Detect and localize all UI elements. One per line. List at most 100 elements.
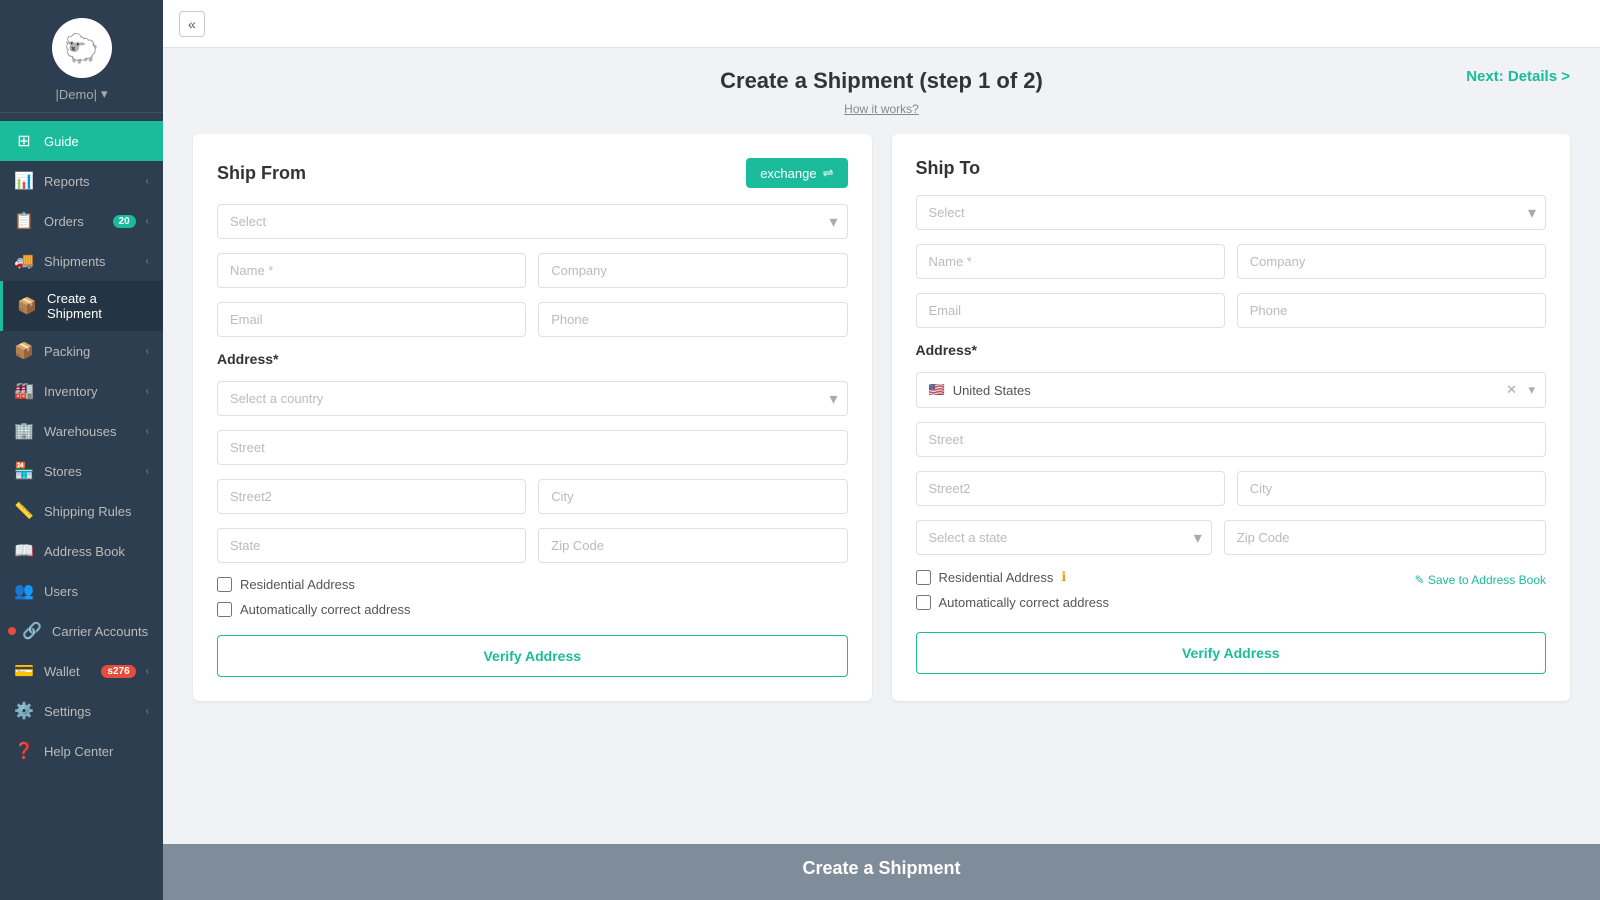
sidebar-item-orders[interactable]: 📋 Orders 20 ‹ <box>0 201 163 241</box>
save-icon: ✎ <box>1415 573 1428 587</box>
demo-dropdown[interactable]: |Demo| ▾ <box>56 86 108 102</box>
exchange-icon: ⇌ <box>823 165 834 181</box>
sidebar-item-guide[interactable]: ⊞ Guide <box>0 121 163 161</box>
ship-from-header: Ship From exchange ⇌ <box>217 158 848 188</box>
sidebar-item-users[interactable]: 👥 Users <box>0 571 163 611</box>
panels: Ship From exchange ⇌ Select <box>193 134 1570 701</box>
ship-from-select-wrapper: Select <box>217 204 848 239</box>
chevron-icon: ‹ <box>146 466 149 477</box>
ship-to-select[interactable]: Select <box>916 195 1547 230</box>
ship-from-address-label: Address* <box>217 351 848 367</box>
ship-from-company-input[interactable] <box>538 253 847 288</box>
ship-to-country-value: United States <box>953 383 1031 398</box>
chevron-icon: ‹ <box>146 256 149 267</box>
ship-to-country-selector[interactable]: 🇺🇸 United States ✕ ▾ <box>916 372 1547 408</box>
sidebar: 🐑 |Demo| ▾ ⊞ Guide 📊 Reports ‹ 📋 Orders … <box>0 0 163 900</box>
ship-from-street2-city-row <box>217 479 848 514</box>
ship-to-phone-input[interactable] <box>1237 293 1546 328</box>
ship-from-country-select[interactable]: Select a country <box>217 381 848 416</box>
ship-from-state-input[interactable] <box>217 528 526 563</box>
sidebar-item-address-book[interactable]: 📖 Address Book <box>0 531 163 571</box>
ship-to-email-input[interactable] <box>916 293 1225 328</box>
create-shipment-icon: 📦 <box>17 296 37 316</box>
ship-to-company-input[interactable] <box>1237 244 1546 279</box>
ship-from-phone-input[interactable] <box>538 302 847 337</box>
settings-icon: ⚙️ <box>14 701 34 721</box>
shipments-icon: 🚚 <box>14 251 34 271</box>
ship-from-name-company-row <box>217 253 848 288</box>
ship-to-name-input[interactable] <box>916 244 1225 279</box>
guide-icon: ⊞ <box>14 131 34 151</box>
ship-to-street2-city-row <box>916 471 1547 506</box>
ship-from-title: Ship From <box>217 163 306 184</box>
ship-to-panel: Ship To Select Address* 🇺� <box>892 134 1571 701</box>
info-icon: ℹ <box>1061 569 1066 585</box>
bottom-bar: Create a Shipment <box>163 844 1600 900</box>
notification-dot <box>8 627 16 635</box>
ship-from-residential-checkbox[interactable]: Residential Address <box>217 577 848 592</box>
ship-to-email-phone-row <box>916 293 1547 328</box>
ship-from-panel: Ship From exchange ⇌ Select <box>193 134 872 701</box>
exchange-button[interactable]: exchange ⇌ <box>746 158 847 188</box>
sidebar-nav: ⊞ Guide 📊 Reports ‹ 📋 Orders 20 ‹ 🚚 Ship… <box>0 113 163 900</box>
ship-from-zip-input[interactable] <box>538 528 847 563</box>
chevron-down-icon: ▾ <box>1528 382 1535 398</box>
ship-to-verify-button[interactable]: Verify Address <box>916 632 1547 674</box>
sidebar-item-stores[interactable]: 🏪 Stores ‹ <box>0 451 163 491</box>
chevron-icon: ‹ <box>146 346 149 357</box>
chevron-icon: ‹ <box>146 216 149 227</box>
ship-from-auto-correct-checkbox[interactable]: Automatically correct address <box>217 602 848 617</box>
collapse-sidebar-button[interactable]: « <box>179 11 205 37</box>
sidebar-item-inventory[interactable]: 🏭 Inventory ‹ <box>0 371 163 411</box>
ship-from-email-input[interactable] <box>217 302 526 337</box>
ship-to-state-zip-row: Select a state <box>916 520 1547 555</box>
ship-from-name-input[interactable] <box>217 253 526 288</box>
sidebar-item-shipping-rules[interactable]: 📏 Shipping Rules <box>0 491 163 531</box>
how-it-works-link[interactable]: How it works? <box>844 102 919 116</box>
sidebar-item-carrier-accounts[interactable]: 🔗 Carrier Accounts <box>0 611 163 651</box>
us-flag-icon: 🇺🇸 <box>929 382 945 398</box>
ship-from-email-phone-row <box>217 302 848 337</box>
sidebar-item-warehouses[interactable]: 🏢 Warehouses ‹ <box>0 411 163 451</box>
ship-to-street2-input[interactable] <box>916 471 1225 506</box>
clear-country-icon[interactable]: ✕ <box>1506 382 1517 398</box>
users-icon: 👥 <box>14 581 34 601</box>
ship-from-select[interactable]: Select <box>217 204 848 239</box>
chevron-icon: ‹ <box>146 666 149 677</box>
ship-from-verify-button[interactable]: Verify Address <box>217 635 848 677</box>
sidebar-logo: 🐑 |Demo| ▾ <box>0 0 163 113</box>
ship-to-address-label: Address* <box>916 342 1547 358</box>
save-to-address-book-link[interactable]: ✎ Save to Address Book <box>1415 573 1546 587</box>
ship-to-state-select[interactable]: Select a state <box>916 520 1212 555</box>
sidebar-item-create-shipment[interactable]: 📦 Create a Shipment <box>0 281 163 331</box>
sidebar-item-help-center[interactable]: ❓ Help Center <box>0 731 163 771</box>
ship-to-select-wrapper: Select <box>916 195 1547 230</box>
sidebar-item-packing[interactable]: 📦 Packing ‹ <box>0 331 163 371</box>
ship-to-zip-input[interactable] <box>1224 520 1546 555</box>
ship-from-country-wrapper: Select a country <box>217 381 848 416</box>
ship-to-name-company-row <box>916 244 1547 279</box>
address-book-icon: 📖 <box>14 541 34 561</box>
sidebar-item-wallet[interactable]: 💳 Wallet s276 ‹ <box>0 651 163 691</box>
help-icon: ❓ <box>14 741 34 761</box>
avatar: 🐑 <box>52 18 112 78</box>
inventory-icon: 🏭 <box>14 381 34 401</box>
sidebar-item-reports[interactable]: 📊 Reports ‹ <box>0 161 163 201</box>
reports-icon: 📊 <box>14 171 34 191</box>
ship-to-auto-correct-checkbox[interactable]: Automatically correct address <box>916 595 1110 610</box>
ship-from-street-input[interactable] <box>217 430 848 465</box>
warehouses-icon: 🏢 <box>14 421 34 441</box>
ship-to-residential-checkbox[interactable]: Residential Address ℹ <box>916 569 1110 585</box>
ship-to-header: Ship To <box>916 158 1547 179</box>
chevron-icon: ‹ <box>146 706 149 717</box>
ship-from-street2-input[interactable] <box>217 479 526 514</box>
next-details-button[interactable]: Next: Details > <box>1466 68 1570 85</box>
wallet-icon: 💳 <box>14 661 34 681</box>
main-content: Create a Shipment (step 1 of 2) How it w… <box>163 48 1600 844</box>
sidebar-item-settings[interactable]: ⚙️ Settings ‹ <box>0 691 163 731</box>
orders-icon: 📋 <box>14 211 34 231</box>
sidebar-item-shipments[interactable]: 🚚 Shipments ‹ <box>0 241 163 281</box>
ship-to-city-input[interactable] <box>1237 471 1546 506</box>
ship-to-street-input[interactable] <box>916 422 1547 457</box>
ship-from-city-input[interactable] <box>538 479 847 514</box>
